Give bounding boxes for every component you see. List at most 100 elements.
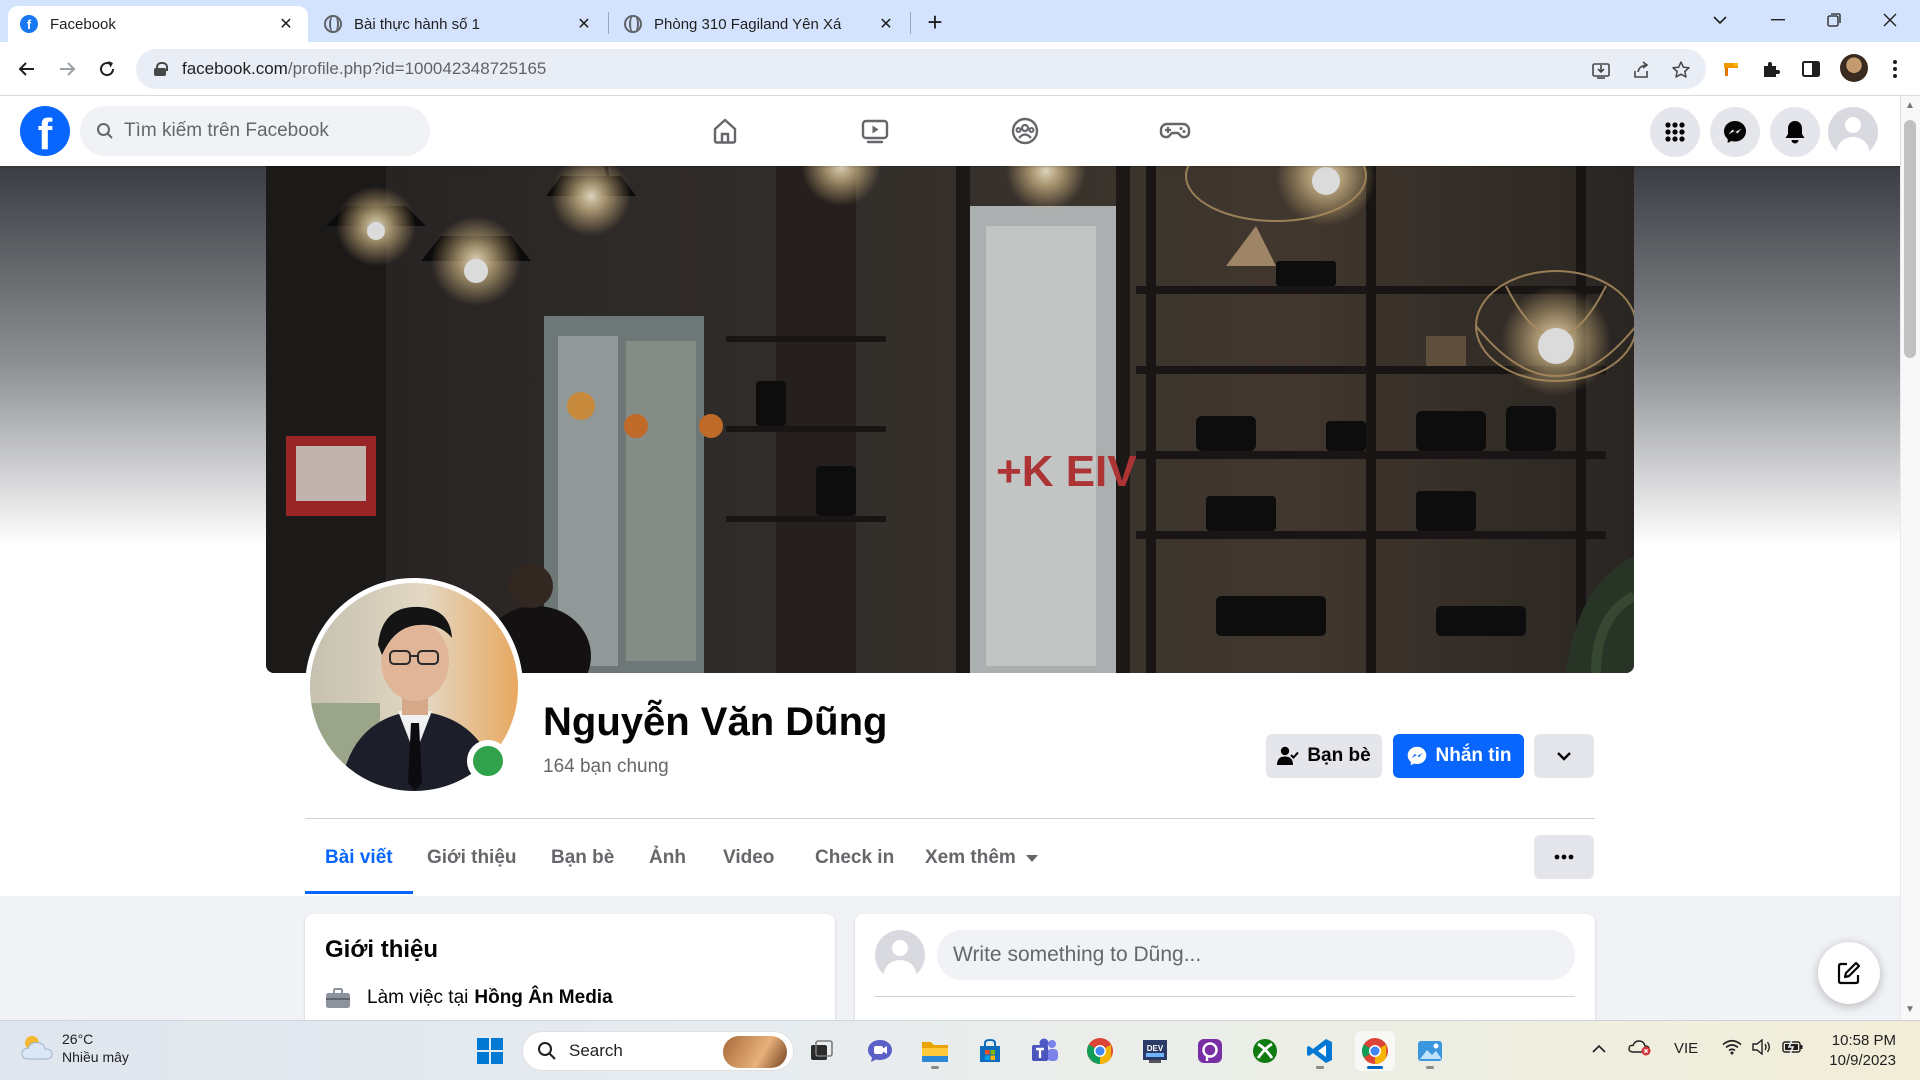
share-icon[interactable]: [1630, 59, 1652, 81]
message-button-label: Nhắn tin: [1435, 745, 1512, 766]
running-indicator: [1426, 1066, 1434, 1069]
chrome-menu-icon[interactable]: [1882, 56, 1908, 82]
post-composer-card: Write something to Dũng...: [855, 914, 1595, 1034]
notifications-bell-icon[interactable]: [1770, 107, 1820, 157]
new-tab-button[interactable]: +: [920, 8, 950, 38]
file-explorer-icon[interactable]: [915, 1031, 955, 1071]
facebook-favicon-icon: f: [20, 15, 38, 33]
input-language-indicator[interactable]: VIE: [1674, 1040, 1698, 1057]
wifi-icon[interactable]: [1722, 1039, 1742, 1059]
close-tab-icon[interactable]: ✕: [876, 14, 896, 34]
address-bar[interactable]: facebook.com/profile.php?id=100042348725…: [136, 49, 1706, 89]
visual-studio-code-icon[interactable]: [1300, 1031, 1340, 1071]
install-app-icon[interactable]: [1590, 59, 1612, 81]
google-chrome-icon[interactable]: [1080, 1031, 1120, 1071]
tab-see-more[interactable]: Xem thêm: [905, 822, 1058, 894]
ellipsis-icon: [1554, 854, 1574, 860]
browser-tab-facebook[interactable]: f Facebook ✕: [8, 6, 308, 42]
messenger-icon[interactable]: [1710, 107, 1760, 157]
work-place-link[interactable]: Hồng Ân Media: [474, 987, 612, 1009]
facebook-logo-icon[interactable]: f: [20, 106, 70, 156]
devc-ide-icon[interactable]: DEV: [1135, 1031, 1175, 1071]
url-path: /profile.php?id=100042348725165: [287, 59, 547, 78]
microsoft-teams-icon[interactable]: [1025, 1031, 1065, 1071]
task-view-icon[interactable]: [802, 1031, 842, 1071]
battery-charging-icon[interactable]: [1782, 1039, 1804, 1059]
extensions-puzzle-icon[interactable]: [1758, 56, 1784, 82]
gaming-icon[interactable]: [1152, 108, 1198, 154]
chrome-profile-avatar[interactable]: [1840, 54, 1868, 82]
tab-title: Facebook: [50, 15, 116, 33]
more-options-button[interactable]: [1534, 835, 1594, 879]
running-indicator: [1316, 1066, 1324, 1069]
clock-time: 10:58 PM: [1831, 1032, 1896, 1049]
app-purple-icon[interactable]: [1190, 1031, 1230, 1071]
forward-button[interactable]: [52, 54, 82, 84]
profile-name: Nguyễn Văn Dũng: [543, 700, 888, 744]
teams-chat-icon[interactable]: [860, 1031, 900, 1071]
intro-card: Giới thiệu Làm việc tại Hồng Ân Media: [305, 914, 835, 1034]
close-tab-icon[interactable]: ✕: [574, 14, 594, 34]
tab-search-dropdown-icon[interactable]: [1692, 0, 1748, 40]
taskbar-search-box[interactable]: Search: [522, 1031, 794, 1071]
home-icon[interactable]: [702, 108, 748, 154]
search-input[interactable]: [124, 120, 404, 142]
photos-app-icon[interactable]: [1410, 1031, 1450, 1071]
bookmark-star-icon[interactable]: [1670, 59, 1692, 81]
watch-video-icon[interactable]: [852, 108, 898, 154]
lock-icon[interactable]: [154, 62, 168, 76]
volume-speaker-icon[interactable]: [1752, 1038, 1772, 1059]
briefcase-icon: [325, 987, 351, 1009]
weather-description: Nhiều mây: [62, 1049, 129, 1065]
new-message-compose-button[interactable]: [1818, 942, 1880, 1004]
extension-color-icon[interactable]: [1718, 56, 1744, 82]
browser-tab-bai-thuc-hanh[interactable]: Bài thực hành số 1 ✕: [312, 6, 606, 42]
composer-input[interactable]: Write something to Dũng...: [937, 930, 1575, 980]
taskbar-search-label: Search: [569, 1041, 623, 1060]
composer-avatar[interactable]: [875, 930, 925, 980]
clock-date: 10/9/2023: [1829, 1052, 1896, 1069]
menu-grid-icon[interactable]: [1650, 107, 1700, 157]
groups-icon[interactable]: [1002, 108, 1048, 154]
close-window-button[interactable]: [1862, 0, 1918, 40]
windows-start-icon[interactable]: [470, 1031, 510, 1071]
weather-widget[interactable]: 26°C Nhiều mây: [20, 1030, 129, 1066]
microsoft-store-icon[interactable]: [970, 1031, 1010, 1071]
taskbar-clock[interactable]: 10:58 PM 10/9/2023: [1822, 1031, 1896, 1071]
caret-down-icon: [1025, 854, 1038, 862]
tab-posts[interactable]: Bài viết: [305, 822, 413, 894]
facebook-search-box[interactable]: [80, 106, 430, 156]
onedrive-status-icon[interactable]: [1628, 1038, 1652, 1060]
browser-tab-strip: f Facebook ✕ Bài thực hành số 1 ✕ Phòng …: [0, 0, 1920, 42]
google-chrome-active-icon[interactable]: [1355, 1031, 1395, 1071]
close-tab-icon[interactable]: ✕: [276, 14, 296, 34]
account-avatar[interactable]: [1828, 107, 1878, 157]
tab-videos[interactable]: Video: [703, 822, 794, 894]
tab-about[interactable]: Giới thiệu: [407, 822, 537, 894]
side-panel-icon[interactable]: [1798, 56, 1824, 82]
minimize-window-button[interactable]: [1750, 0, 1806, 40]
friend-check-icon: [1277, 746, 1300, 766]
tab-check-in[interactable]: Check in: [795, 822, 914, 894]
xbox-icon[interactable]: [1245, 1031, 1285, 1071]
scroll-down-arrow-icon[interactable]: ▼: [1904, 1004, 1916, 1016]
browser-tab-phong-310[interactable]: Phòng 310 Fagiland Yên Xá ✕: [612, 6, 908, 42]
tab-friends[interactable]: Bạn bè: [531, 822, 634, 894]
reload-button[interactable]: [92, 54, 122, 84]
active-window-indicator: [1367, 1066, 1383, 1069]
show-hidden-icons-chevron-up-icon[interactable]: [1592, 1041, 1606, 1058]
search-highlight-image: [723, 1036, 787, 1068]
restore-window-button[interactable]: [1806, 0, 1862, 40]
intro-work-row: Làm việc tại Hồng Ân Media: [325, 987, 613, 1009]
globe-icon: [624, 15, 642, 33]
back-button[interactable]: [12, 54, 42, 84]
mutual-friends-count[interactable]: 164 bạn chung: [543, 756, 669, 778]
friends-button[interactable]: Bạn bè: [1266, 734, 1382, 778]
message-button[interactable]: Nhắn tin: [1393, 734, 1524, 778]
tab-separator: [910, 12, 911, 34]
profile-options-dropdown-button[interactable]: [1534, 734, 1594, 778]
scrollbar-thumb[interactable]: [1904, 120, 1916, 358]
tab-photos[interactable]: Ảnh: [629, 822, 706, 894]
scroll-up-arrow-icon[interactable]: ▲: [1904, 100, 1916, 112]
friends-button-label: Bạn bè: [1307, 745, 1371, 766]
